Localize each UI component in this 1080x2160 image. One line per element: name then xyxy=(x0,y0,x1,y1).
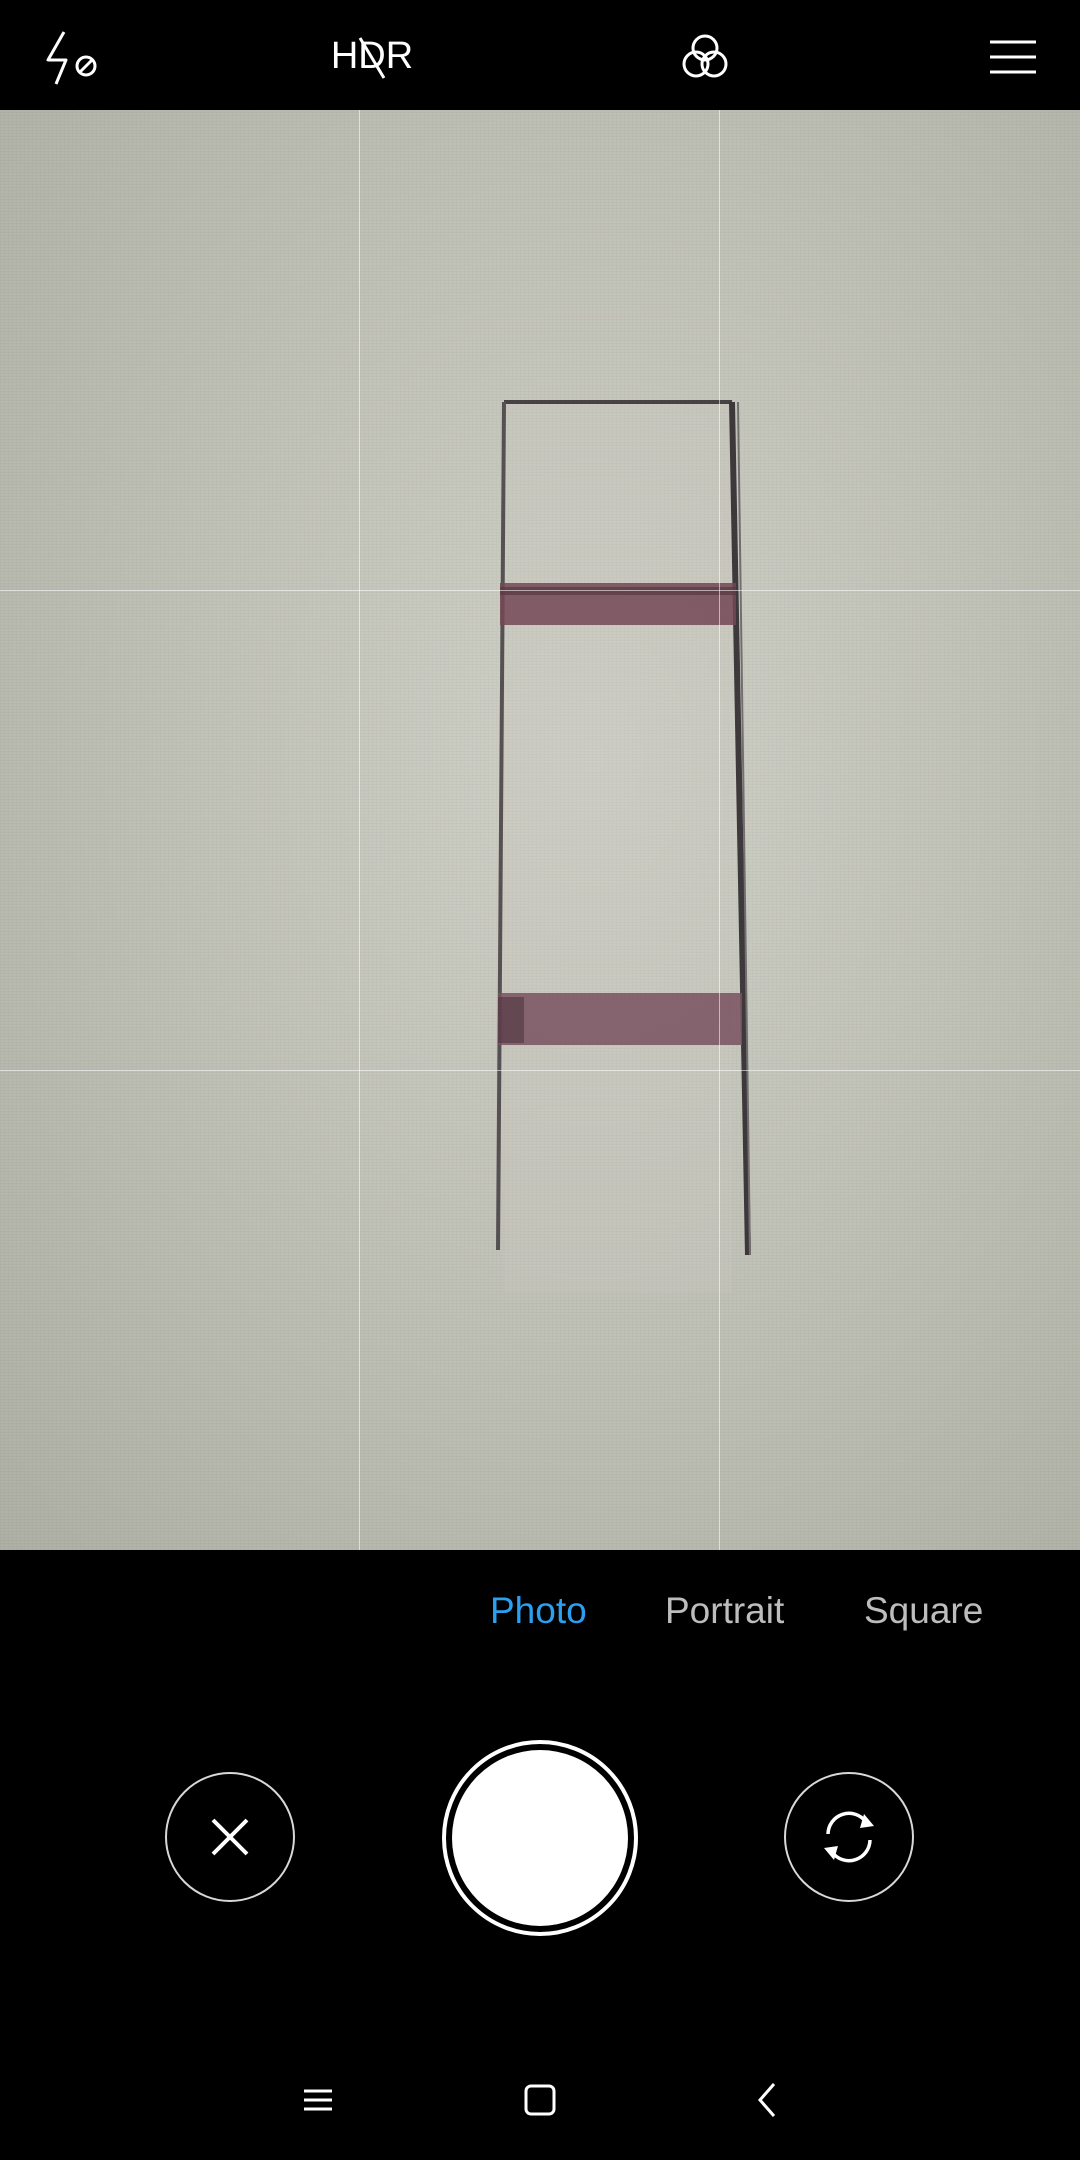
camera-viewfinder[interactable] xyxy=(0,110,1080,1550)
grid-line-vertical-2 xyxy=(719,110,720,1550)
recents-button[interactable] xyxy=(278,2060,358,2140)
close-icon xyxy=(211,1818,249,1856)
mode-portrait[interactable]: Portrait xyxy=(665,1590,784,1632)
camera-top-bar: HDR xyxy=(0,0,1080,110)
grid-line-horizontal-2 xyxy=(0,1070,1080,1071)
grid-line-horizontal-1 xyxy=(0,590,1080,591)
mode-square[interactable]: Square xyxy=(864,1590,983,1632)
home-button[interactable] xyxy=(500,2060,580,2140)
flash-toggle[interactable] xyxy=(36,22,106,92)
home-icon xyxy=(524,2084,556,2116)
grid-line-vertical-1 xyxy=(359,110,360,1550)
menu-icon xyxy=(990,40,1036,74)
hdr-off-icon: HDR xyxy=(331,35,413,79)
recents-icon xyxy=(304,2089,332,2111)
switch-camera-icon xyxy=(824,1811,874,1863)
viewfinder-scene xyxy=(496,400,751,1292)
system-nav-bar xyxy=(0,2060,1080,2140)
mode-selector: Photo Portrait Square xyxy=(0,1590,1080,1660)
back-button[interactable] xyxy=(728,2060,808,2140)
mode-photo[interactable]: Photo xyxy=(490,1590,587,1632)
flash-off-icon xyxy=(46,31,97,85)
back-icon xyxy=(758,2083,776,2117)
filters-icon xyxy=(682,34,728,78)
close-button[interactable] xyxy=(165,1772,295,1902)
shutter-icon xyxy=(452,1750,628,1926)
hdr-toggle[interactable]: HDR xyxy=(322,22,422,92)
shutter-button[interactable] xyxy=(442,1740,638,1936)
switch-camera-button[interactable] xyxy=(784,1772,914,1902)
filters-button[interactable] xyxy=(670,22,740,92)
test-strip-image xyxy=(496,400,751,1292)
menu-button[interactable] xyxy=(978,22,1048,92)
